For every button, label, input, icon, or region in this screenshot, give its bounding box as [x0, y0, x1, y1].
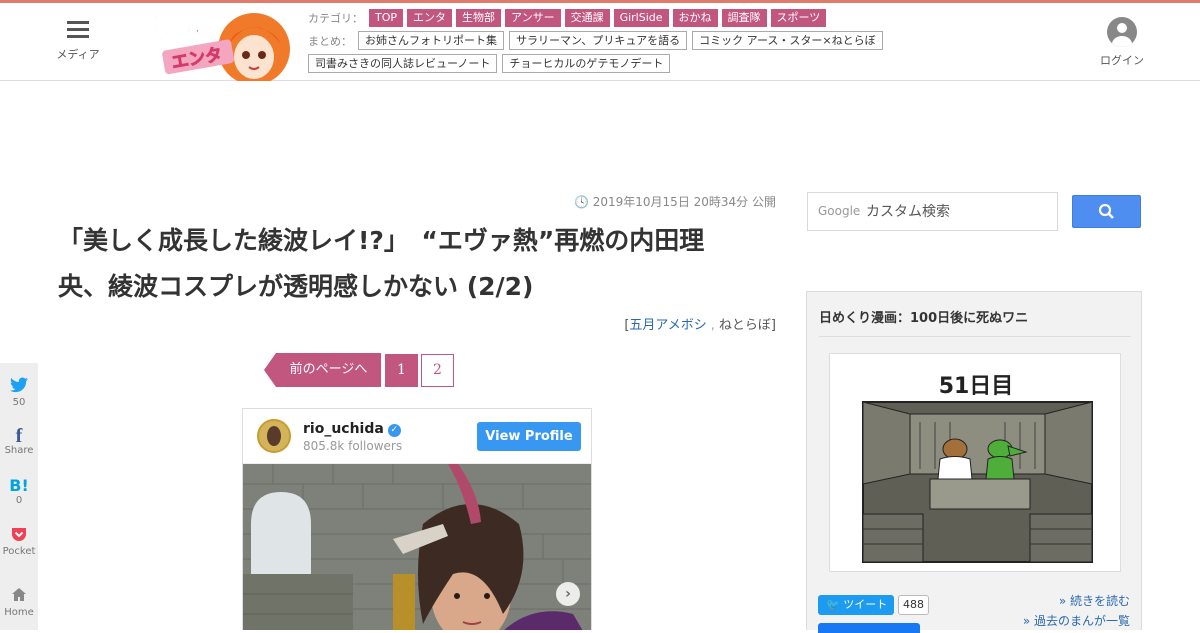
category-label: カテゴリ：: [308, 12, 363, 25]
category-tag[interactable]: スポーツ: [770, 9, 827, 27]
summary-tag[interactable]: お姉さんフォトリポート集: [358, 31, 504, 50]
verified-icon: ✓: [387, 424, 401, 437]
prev-page-button[interactable]: 前のページへ: [264, 353, 381, 387]
summary-tag[interactable]: サラリーマン、プリキュアを語る: [509, 31, 688, 50]
tweet-count: 488: [898, 595, 929, 615]
article-title-line: 「美しく成長した綾波レイ!?」 “エヴァ熱”再燃の内田理: [58, 226, 705, 255]
media-menu-label: メディア: [56, 48, 100, 61]
publisher-name: ねとらぼ: [718, 318, 771, 333]
category-tag[interactable]: TOP: [369, 9, 404, 27]
user-icon: [1107, 17, 1137, 47]
pocket-save-button[interactable]: Pocket: [0, 527, 38, 558]
summary-label: まとめ：: [308, 34, 352, 48]
category-tag[interactable]: エンタ: [407, 9, 453, 27]
home-button[interactable]: Home: [0, 587, 38, 619]
google-logo: Google: [818, 204, 861, 218]
instagram-photo[interactable]: [243, 464, 592, 630]
search-button[interactable]: [1072, 195, 1141, 228]
summary-tag[interactable]: 司書みさきの同人誌レビューノート: [308, 54, 498, 73]
category-tag[interactable]: 生物部: [456, 9, 502, 27]
manga-widget-title: 日めくり漫画：100日後に死ぬワニ: [819, 307, 1131, 337]
tweet-button[interactable]: 🐦 ツイート: [818, 595, 894, 615]
pocket-icon: [0, 527, 38, 546]
instagram-embed: rio_uchida ✓ 805.8k followers View Profil…: [242, 408, 592, 630]
byline: [五月アメボシ, ねとらぼ]: [624, 318, 776, 333]
share-count: 0: [15, 495, 23, 506]
article-title-line: 央、綾波コスプレが透明感しかない (2/2): [58, 272, 534, 301]
search-icon: [1098, 203, 1114, 219]
page-1-button[interactable]: 1: [385, 354, 418, 387]
view-profile-button[interactable]: View Profile: [477, 422, 581, 451]
facebook-share-button[interactable]: f Share: [0, 427, 38, 457]
share-sidebar: 50 f Share B! 0 Pocket Home: [0, 363, 38, 630]
read-more-link[interactable]: » 続きを読む: [950, 592, 1130, 609]
login-button[interactable]: ログイン: [1098, 17, 1146, 68]
instagram-header: rio_uchida ✓ 805.8k followers View Profil…: [243, 409, 591, 464]
site-logo[interactable]: ねとらぼ エンタ: [126, 3, 302, 81]
hatena-icon: B!: [9, 477, 29, 495]
search-input[interactable]: [866, 199, 1052, 225]
past-manga-link[interactable]: » 過去のまんが一覧: [950, 612, 1130, 629]
carousel-next-button[interactable]: ›: [556, 582, 580, 606]
category-tag[interactable]: 交通課: [564, 9, 610, 27]
share-count: Pocket: [2, 546, 36, 557]
site-header: メディア ねとらぼ エンタ カテゴリ： TOP エンタ 生物部 アンサー 交通課…: [0, 3, 1200, 81]
summary-nav-row2: 司書みさきの同人誌レビューノート チョーヒカルのゲテモノデート: [308, 54, 675, 73]
home-icon: [0, 587, 38, 607]
article-title: 「美しく成長した綾波レイ!?」 “エヴァ熱”再燃の内田理 央、綾波コスプレが透明…: [58, 218, 778, 310]
search-box: Google: [807, 192, 1058, 231]
manga-widget: 日めくり漫画：100日後に死ぬワニ 51日目 🐦 ツイート 488 » 続きを読…: [806, 291, 1142, 633]
hamburger-icon: [67, 21, 89, 39]
category-nav: カテゴリ： TOP エンタ 生物部 アンサー 交通課 GirlSide おかね …: [308, 9, 830, 27]
share-count: Share: [4, 445, 34, 456]
twitter-icon: [0, 377, 38, 397]
manga-panel: [862, 401, 1093, 563]
facebook-like-button[interactable]: [818, 623, 920, 633]
share-count: Home: [4, 607, 34, 618]
facebook-icon: f: [15, 427, 23, 447]
summary-tag[interactable]: コミック アース・スター×ねとらぼ: [692, 31, 883, 50]
summary-nav: まとめ： お姉さんフォトリポート集 サラリーマン、プリキュアを語る コミック ア…: [308, 31, 888, 50]
share-count: 50: [12, 397, 26, 408]
login-label: ログイン: [1100, 54, 1144, 67]
twitter-icon: 🐦: [826, 598, 844, 611]
page-2-button[interactable]: 2: [421, 354, 454, 387]
instagram-followers: 805.8k followers: [303, 439, 403, 453]
manga-image[interactable]: 51日目: [829, 353, 1121, 572]
summary-tag[interactable]: チョーヒカルのゲテモノデート: [502, 54, 671, 73]
prev-page-label: 前のページへ: [276, 353, 381, 387]
category-tag[interactable]: 調査隊: [721, 9, 767, 27]
category-tag[interactable]: おかね: [672, 9, 718, 27]
instagram-username[interactable]: rio_uchida ✓: [303, 421, 401, 437]
hatena-bookmark-button[interactable]: B! 0: [0, 477, 38, 507]
svg-text:ねとらぼ: ねとらぼ: [128, 14, 217, 39]
author-link[interactable]: 五月アメボシ: [629, 318, 706, 333]
twitter-share-button[interactable]: 50: [0, 377, 38, 409]
media-menu-button[interactable]: メディア: [52, 21, 104, 62]
instagram-avatar[interactable]: [257, 419, 291, 453]
category-tag[interactable]: アンサー: [505, 9, 561, 27]
publish-date: 🕓 2019年10月15日 20時34分 公開: [573, 195, 776, 209]
category-tag[interactable]: GirlSide: [613, 9, 669, 27]
